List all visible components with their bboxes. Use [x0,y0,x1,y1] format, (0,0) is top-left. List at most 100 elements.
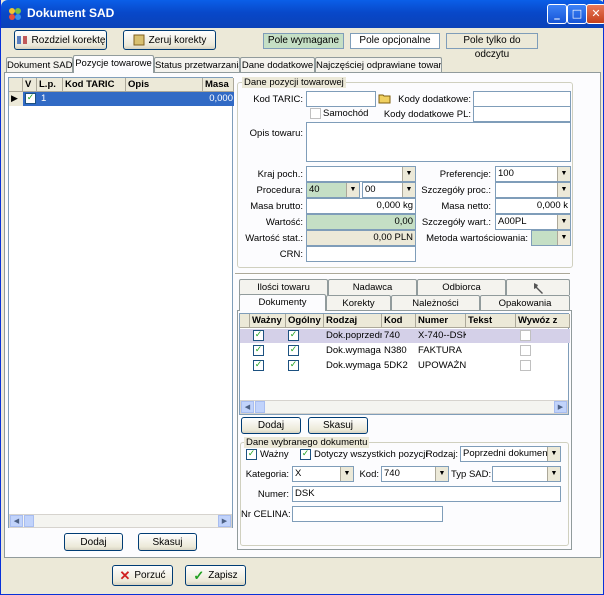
doc-valid-checkbox[interactable]: ✓ [253,360,264,371]
docs-header-tekst[interactable]: Tekst [466,314,516,328]
grid-header-kod-taric[interactable]: Kod TARIC [63,78,126,92]
subtab-dokumenty[interactable]: Dokumenty [239,294,326,311]
chevron-down-icon[interactable]: ▼ [557,231,570,245]
proc-details-select[interactable]: ▼ [495,182,571,198]
doc-export-checkbox[interactable] [520,360,531,371]
extra-codes-input[interactable] [473,91,571,107]
folder-open-icon[interactable] [378,92,392,104]
items-grid-scrollbar[interactable]: ◀ ▶ [9,514,232,528]
value-input[interactable]: 0,00 [306,214,416,230]
chevron-down-icon[interactable]: ▼ [557,167,570,181]
tab-dokument-sad[interactable]: Dokument SAD [6,57,73,73]
net-input[interactable]: 0,000 k [495,198,571,214]
minimize-button[interactable]: _ [547,4,567,24]
subtab-nadawca[interactable]: Nadawca [328,279,417,295]
doc-all-items-label: Dotyczy wszystkich pozycji [314,449,428,460]
subtab-naleznosci[interactable]: Należności [391,295,480,311]
doc-general-checkbox[interactable]: ✓ [288,330,299,341]
subtab-korekty[interactable]: Korekty [326,295,391,311]
doc-general-checkbox[interactable]: ✓ [288,360,299,371]
scroll-right-icon[interactable]: ▶ [554,401,567,413]
doc-rodzaj: Dok.wymaga [326,360,381,371]
cancel-button[interactable]: ✕ Porzuć [112,565,173,586]
procedure-select-2[interactable]: 00 ▼ [362,182,416,198]
vehicle-checkbox[interactable] [310,108,321,119]
doc-number-input[interactable]: DSK [292,486,561,502]
chevron-down-icon[interactable]: ▼ [435,467,448,481]
table-row[interactable]: ✓ ✓ Dok.poprzedn 740 X-740--DSK [240,329,570,343]
docs-grid-scrollbar[interactable]: ◀ ▶ [240,400,568,414]
docs-header-ogolny[interactable]: Ogólny [286,314,324,328]
row-valid-checkbox[interactable]: ✓ [25,93,36,104]
origin-select[interactable]: ▼ [306,166,416,182]
table-row[interactable]: ▶ ✓ 1 0,000 [9,92,234,106]
scroll-left-icon[interactable]: ◀ [241,401,254,413]
subtab-extra[interactable] [506,279,570,295]
subtab-ilosci-towaru[interactable]: Ilości towaru [239,279,328,295]
chevron-down-icon[interactable]: ▼ [557,215,570,229]
doc-all-items-check[interactable]: ✓ [300,449,311,460]
grid-header-opis[interactable]: Opis [126,78,203,92]
description-textarea[interactable] [306,122,571,162]
grid-header-lp[interactable]: L.p. [37,78,63,92]
save-button[interactable]: ✓ Zapisz [185,565,246,586]
tab-pozycje-towarowe[interactable]: Pozycje towarowe [73,55,154,73]
split-correction-button[interactable]: Rozdziel korektę [14,30,107,50]
docs-delete-button[interactable]: Skasuj [308,417,368,434]
tab-status-przetwarzania[interactable]: Status przetwarzania [154,57,240,73]
scroll-right-icon[interactable]: ▶ [218,515,231,527]
doc-export-checkbox[interactable] [520,345,531,356]
chevron-down-icon[interactable]: ▼ [557,183,570,197]
preference-select[interactable]: 100 ▼ [495,166,571,182]
scroll-thumb[interactable] [255,401,265,413]
subtab-opakowania[interactable]: Opakowania [480,295,570,311]
extra-codes-pl-input[interactable] [473,106,571,122]
chevron-down-icon[interactable]: ▼ [402,167,415,181]
items-add-button[interactable]: Dodaj [64,533,123,551]
grid-header-v[interactable]: V [23,78,37,92]
table-row[interactable]: ✓ ✓ Dok.wymaga N380 FAKTURA [240,344,570,358]
chevron-down-icon[interactable]: ▼ [547,467,560,481]
maximize-button[interactable]: □ [567,4,587,24]
scroll-left-icon[interactable]: ◀ [10,515,23,527]
close-button[interactable]: ✕ [586,4,604,24]
chevron-down-icon[interactable]: ▼ [346,183,359,197]
taric-input[interactable] [306,91,376,107]
doc-export-checkbox[interactable] [520,330,531,341]
docs-header-rodzaj[interactable]: Rodzaj [324,314,382,328]
docs-header-kod[interactable]: Kod [382,314,416,328]
subtab-odbiorca[interactable]: Odbiorca [417,279,506,295]
category-select[interactable]: X ▼ [292,466,354,482]
split-icon [16,36,27,44]
reset-corrections-button[interactable]: Zeruj korekty [123,30,216,50]
grid-header-masa[interactable]: Masa [203,78,234,92]
doc-general-checkbox[interactable]: ✓ [288,345,299,356]
crn-input[interactable] [306,246,416,262]
chevron-down-icon[interactable]: ▼ [340,467,353,481]
doc-valid-checkbox[interactable]: ✓ [253,345,264,356]
docs-header-wywoz[interactable]: Wywóz z [516,314,570,328]
items-delete-button[interactable]: Skasuj [138,533,197,551]
docs-add-button[interactable]: Dodaj [241,417,301,434]
docs-header-wazny[interactable]: Ważny [250,314,286,328]
tab-najczesciej-odprawiane[interactable]: Najczęściej odprawiane towary [315,57,442,73]
tab-dane-dodatkowe[interactable]: Dane dodatkowe [240,57,315,73]
sad-type-select[interactable]: ▼ [492,466,561,482]
method-select[interactable]: ▼ [531,230,571,246]
doc-code-select[interactable]: 740 ▼ [381,466,449,482]
celina-input[interactable] [292,506,443,522]
scroll-thumb[interactable] [24,515,34,527]
doc-valid-check[interactable]: ✓ [246,449,257,460]
gross-input[interactable]: 0,000 kg [306,198,416,214]
chevron-down-icon[interactable]: ▼ [402,183,415,197]
value-details-select[interactable]: A00PL ▼ [495,214,571,230]
celina-label: Nr CELINA: [241,509,291,520]
preference-label: Preferencje: [439,169,491,180]
doc-type-select[interactable]: Poprzedni dokument ▼ [460,446,561,462]
selected-doc-title: Dane wybranego dokumentu [244,437,370,448]
chevron-down-icon[interactable]: ▼ [547,447,560,461]
table-row[interactable]: ✓ ✓ Dok.wymaga 5DK2 UPOWAŻNI [240,359,570,373]
doc-valid-checkbox[interactable]: ✓ [253,330,264,341]
procedure-select[interactable]: 40 ▼ [306,182,360,198]
docs-header-numer[interactable]: Numer [416,314,466,328]
